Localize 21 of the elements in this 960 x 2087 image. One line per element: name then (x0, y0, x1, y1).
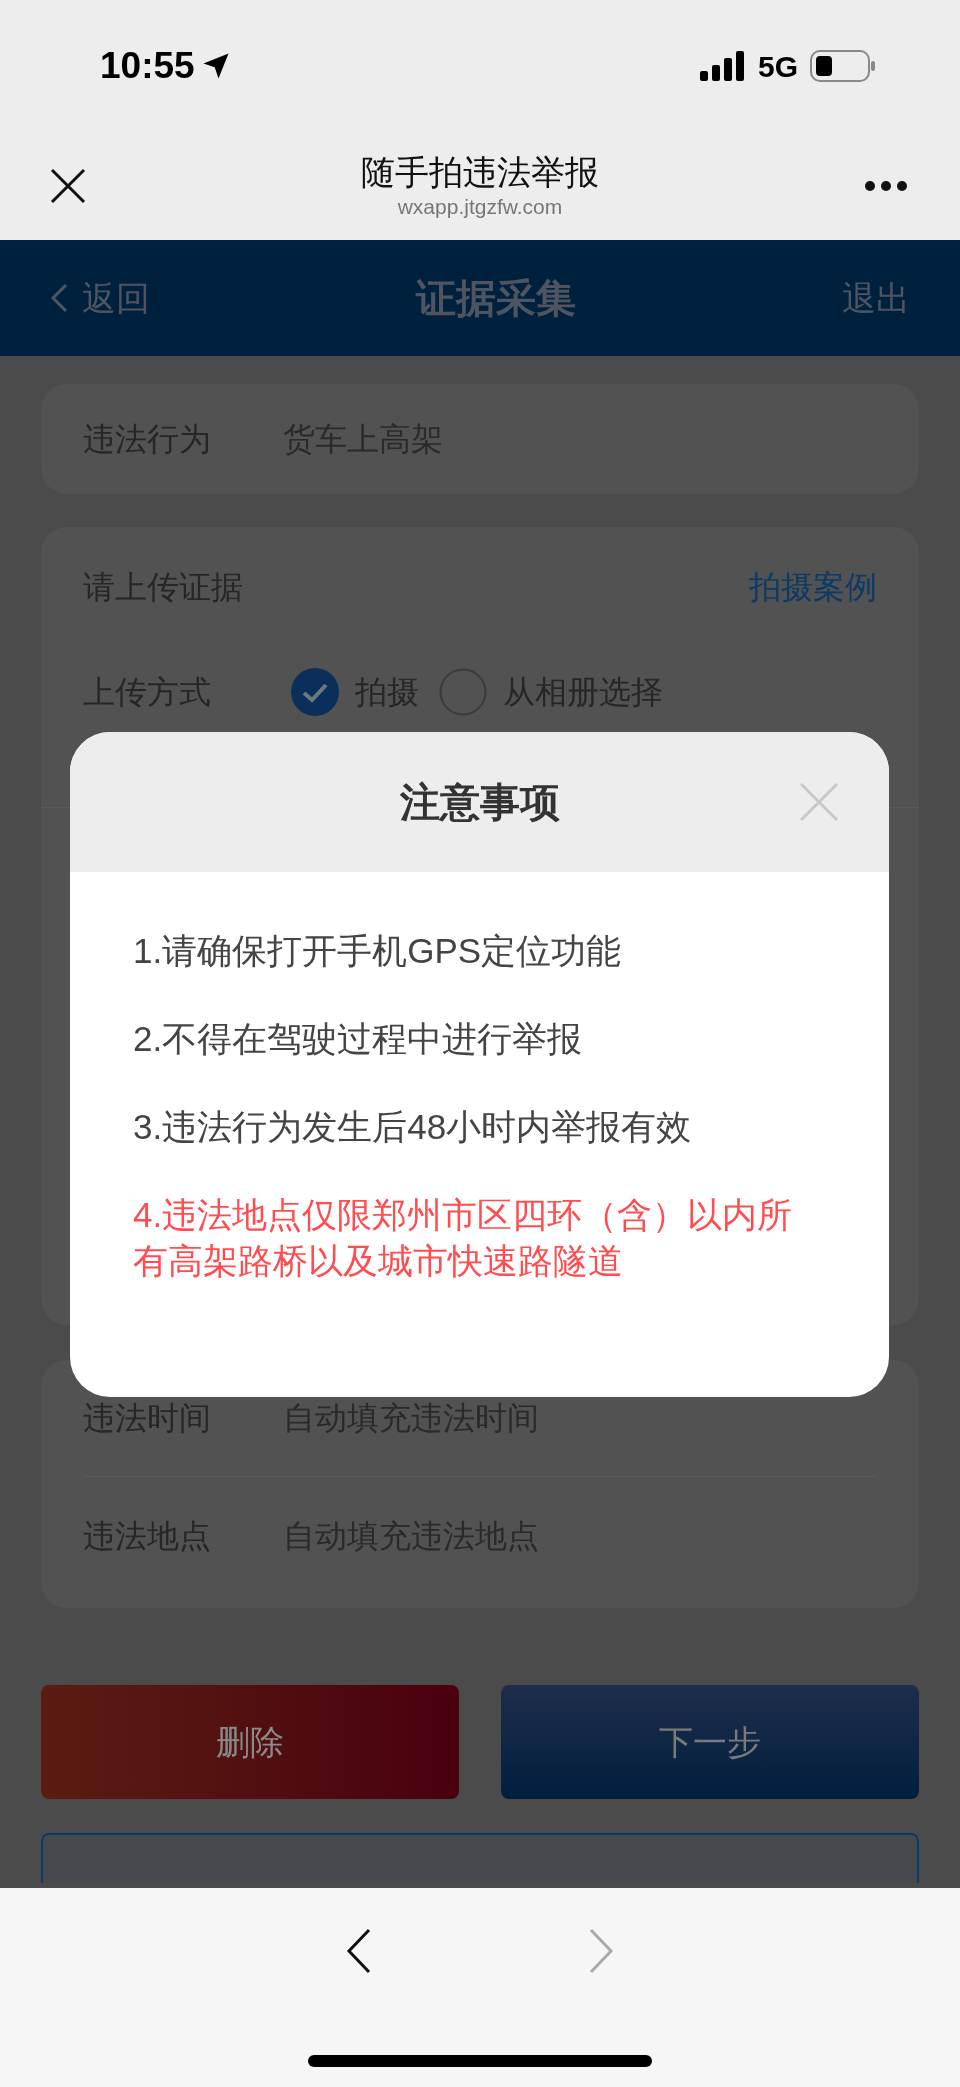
notice-item: 1.请确保打开手机GPS定位功能 (133, 930, 623, 972)
chevron-left-icon[interactable] (346, 1928, 372, 1974)
delete-button[interactable]: 删除 (41, 1685, 459, 1799)
dialog-title: 注意事项 (399, 779, 560, 826)
close-icon[interactable] (50, 168, 86, 204)
page-title: 随手拍违法举报 (361, 152, 599, 192)
next-button[interactable]: 下一步 (501, 1685, 919, 1799)
more-icon[interactable] (864, 180, 908, 192)
signal-icon (699, 51, 746, 81)
notice-item: 2.不得在驾驶过程中进行举报 (133, 1018, 584, 1060)
battery-icon (810, 50, 876, 82)
notice-item: 3.违法行为发生后48小时内举报有效 (133, 1106, 693, 1148)
chevron-left-icon (50, 283, 68, 313)
nav-title: 证据采集 (416, 275, 576, 322)
status-time: 10:55 (100, 44, 195, 89)
back-button[interactable]: 返回 (50, 272, 150, 324)
notice-item: 4.违法地点仅限郑州市区四环（含）以内所有高架路桥以及城市快速路隧道 (133, 1194, 793, 1282)
exit-button[interactable]: 退出 (842, 272, 910, 324)
network-type: 5G (757, 48, 798, 85)
example-link[interactable]: 拍摄案例 (749, 563, 877, 611)
page-url: wxapp.jtgzfw.com (397, 194, 563, 220)
